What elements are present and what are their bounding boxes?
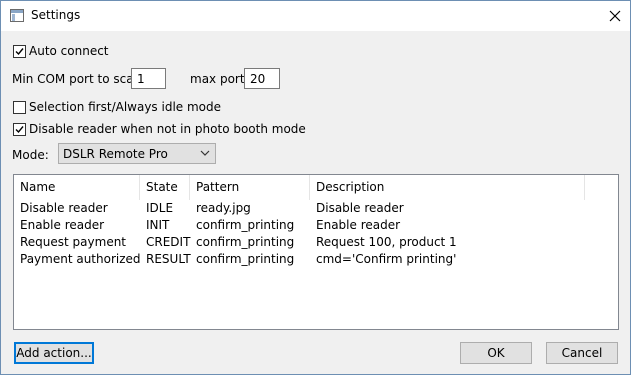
action-row[interactable]: Payment authorized RESULT confirm_printi…: [14, 251, 585, 268]
action-state: RESULT: [146, 252, 191, 266]
max-port-label: max port:: [190, 72, 249, 86]
action-name: Request payment: [20, 235, 127, 249]
column-header-name[interactable]: Name: [14, 175, 140, 200]
action-state: IDLE: [146, 201, 174, 215]
action-pattern: confirm_printing: [196, 252, 295, 266]
action-state: INIT: [146, 218, 170, 232]
min-com-port-label: Min COM port to scan:: [12, 72, 146, 86]
action-state: CREDIT: [146, 235, 191, 249]
disable-reader-checkbox-box[interactable]: [13, 122, 26, 136]
auto-connect-checkbox[interactable]: Auto connect: [13, 44, 109, 58]
chevron-down-icon: [200, 150, 210, 156]
mode-dropdown[interactable]: DSLR Remote Pro: [58, 143, 216, 164]
action-description: Request 100, product 1: [316, 235, 457, 249]
min-com-port-field[interactable]: [131, 68, 166, 89]
settings-dialog: Settings Auto connect Min COM port to sc…: [0, 0, 631, 375]
cancel-button[interactable]: Cancel: [546, 342, 618, 364]
add-action-button[interactable]: Add action...: [14, 342, 94, 364]
action-pattern: ready.jpg: [196, 201, 251, 215]
close-button[interactable]: [600, 1, 630, 31]
action-pattern: confirm_printing: [196, 218, 295, 232]
action-pattern: confirm_printing: [196, 235, 295, 249]
auto-connect-label: Auto connect: [29, 44, 109, 58]
checkmark-icon: [15, 47, 24, 55]
window-title: Settings: [31, 8, 81, 22]
checkmark-icon: [15, 125, 24, 133]
action-description: cmd='Confirm printing': [316, 252, 457, 266]
action-name: Enable reader: [20, 218, 105, 232]
title-bar: Settings: [1, 1, 630, 31]
action-row[interactable]: Enable reader INIT confirm_printing Enab…: [14, 217, 585, 234]
max-port-field[interactable]: [244, 68, 280, 89]
selection-first-label: Selection first/Always idle mode: [29, 100, 221, 114]
mode-label: Mode:: [12, 148, 49, 162]
ok-button[interactable]: OK: [460, 342, 532, 364]
column-header-pattern[interactable]: Pattern: [190, 175, 310, 200]
auto-connect-checkbox-box[interactable]: [13, 44, 26, 58]
selection-first-checkbox-box[interactable]: [13, 100, 26, 114]
actions-list-header: Name State Pattern Description: [14, 175, 585, 200]
close-icon: [609, 10, 621, 22]
column-header-description[interactable]: Description: [310, 175, 585, 200]
action-description: Disable reader: [316, 201, 404, 215]
action-name: Disable reader: [20, 201, 108, 215]
window-icon: [10, 9, 24, 22]
disable-reader-label: Disable reader when not in photo booth m…: [29, 122, 306, 136]
action-description: Enable reader: [316, 218, 401, 232]
column-header-state[interactable]: State: [140, 175, 190, 200]
action-row[interactable]: Request payment CREDIT confirm_printing …: [14, 234, 585, 251]
actions-list[interactable]: Name State Pattern Description Disable r…: [13, 174, 619, 330]
action-name: Payment authorized: [20, 252, 141, 266]
mode-selected-value: DSLR Remote Pro: [63, 147, 168, 161]
disable-reader-checkbox[interactable]: Disable reader when not in photo booth m…: [13, 122, 306, 136]
selection-first-checkbox[interactable]: Selection first/Always idle mode: [13, 100, 221, 114]
action-row[interactable]: Disable reader IDLE ready.jpg Disable re…: [14, 200, 585, 217]
